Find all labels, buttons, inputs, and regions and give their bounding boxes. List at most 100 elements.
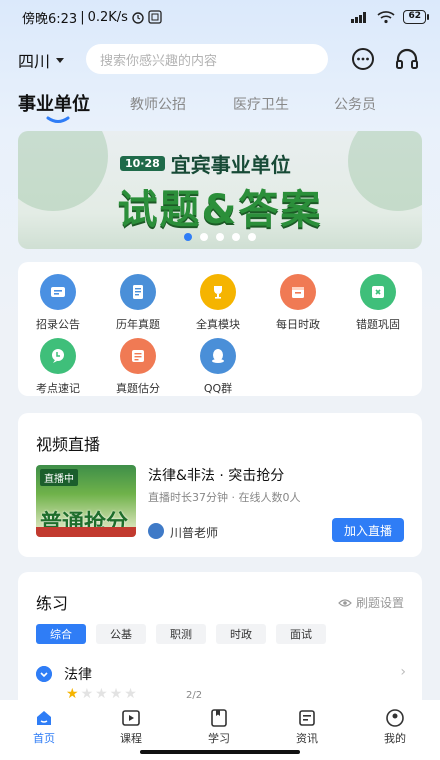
banner-subtitle-row: 10·28 宜宾事业单位 (120, 149, 291, 178)
practice-settings[interactable]: 刷题设置 (338, 594, 404, 611)
live-thumbnail[interactable]: 直播中 普通抢分 (36, 465, 136, 537)
grid-label: 招录公告 (36, 318, 80, 331)
tab-teacher[interactable]: 教师公招 (130, 94, 186, 114)
chip-current-affairs[interactable]: 时政 (216, 624, 266, 644)
pagination-dot[interactable] (184, 233, 192, 241)
notice-icon (40, 274, 76, 310)
chevron-down-icon (56, 57, 65, 63)
nav-course[interactable]: 课程 (101, 708, 161, 746)
pagination-dot[interactable] (232, 233, 240, 241)
grid-item-quick-notes[interactable]: 考点速记 (18, 338, 98, 396)
nav-label: 首页 (33, 732, 55, 745)
user-icon (386, 709, 404, 727)
pagination-dot[interactable] (248, 233, 256, 241)
search-placeholder: 搜索你感兴趣的内容 (100, 53, 218, 69)
home-indicator (140, 750, 300, 754)
calendar-icon (280, 274, 316, 310)
join-live-button[interactable]: 加入直播 (332, 518, 404, 542)
grid-label: 真题估分 (116, 382, 160, 395)
status-right: 62 (351, 10, 429, 24)
nav-news[interactable]: 资讯 (277, 708, 337, 746)
search-input[interactable]: 搜索你感兴趣的内容 (86, 44, 328, 74)
banner-subtitle: 宜宾事业单位 (170, 153, 291, 177)
play-icon (122, 710, 140, 726)
chip-public-basics[interactable]: 公基 (96, 624, 146, 644)
city-label: 四川 (18, 52, 51, 71)
grid-label: 历年真题 (116, 318, 160, 331)
settings-label: 刷题设置 (355, 596, 404, 610)
chip-comprehensive[interactable]: 综合 (36, 624, 86, 644)
tab-shiye[interactable]: 事业单位 (18, 90, 90, 116)
grid-label: 全真模块 (196, 318, 240, 331)
teacher-name: 川普老师 (170, 526, 219, 540)
banner-date-badge: 10·28 (120, 156, 165, 171)
grid-item-qq-group[interactable]: QQ群 (178, 338, 258, 396)
video-live-section: 视频直播 直播中 普通抢分 法律&非法 · 突击抢分 直播时长37分钟 · 在线… (18, 413, 422, 557)
nav-profile[interactable]: 我的 (365, 708, 425, 746)
wifi-icon (377, 11, 396, 24)
grid-label: 每日时政 (276, 318, 320, 331)
score-sheet-icon (120, 338, 156, 374)
grid-item-mock[interactable]: 全真模块 (178, 274, 258, 332)
status-left: 傍晚6:23 | 0.2K/s (22, 8, 162, 27)
grid-label: 错题巩固 (356, 318, 400, 331)
nav-label: 我的 (384, 732, 406, 745)
status-separator: | (80, 9, 85, 25)
pagination-dot[interactable] (216, 233, 224, 241)
live-title[interactable]: 法律&非法 · 突击抢分 (148, 465, 284, 485)
live-meta: 直播时长37分钟 · 在线人数0人 (148, 491, 301, 504)
tab-civil-servant[interactable]: 公务员 (334, 94, 376, 114)
exam-paper-icon (120, 274, 156, 310)
book-icon (211, 709, 227, 727)
banner-pagination (18, 233, 422, 241)
error-book-icon (360, 274, 396, 310)
chip-interview[interactable]: 面试 (276, 624, 326, 644)
promo-banner[interactable]: 10·28 宜宾事业单位 试题&答案 (18, 131, 422, 249)
headset-icon[interactable] (394, 46, 420, 72)
status-time: 傍晚6:23 (22, 11, 78, 27)
chevron-down-circle-icon (36, 666, 52, 682)
thumbnail-footer (36, 527, 136, 537)
grid-item-past-exams[interactable]: 历年真题 (98, 274, 178, 332)
grid-item-notice[interactable]: 招录公告 (18, 274, 98, 332)
chevron-right-icon: › (400, 664, 406, 680)
app-notification-icon (148, 10, 162, 24)
home-icon (37, 711, 51, 725)
status-speed: 0.2K/s (87, 9, 128, 25)
nav-label: 学习 (208, 732, 230, 745)
category-tabs: 事业单位 教师公招 医疗卫生 公务员 (0, 90, 440, 130)
nav-label: 课程 (120, 732, 142, 745)
grid-item-error-review[interactable]: 错题巩固 (338, 274, 418, 332)
section-title: 视频直播 (36, 435, 101, 454)
nav-home[interactable]: 首页 (14, 708, 74, 746)
tab-medical[interactable]: 医疗卫生 (233, 94, 289, 114)
chat-bubble-icon (40, 338, 76, 374)
chip-aptitude[interactable]: 职测 (156, 624, 206, 644)
message-icon[interactable] (350, 46, 376, 72)
nav-label: 资讯 (296, 732, 318, 745)
top-header: 四川 搜索你感兴趣的内容 (0, 42, 440, 76)
signal-icon (351, 12, 367, 23)
grid-item-daily-news[interactable]: 每日时政 (258, 274, 338, 332)
grid-label: QQ群 (203, 382, 233, 395)
nav-study[interactable]: 学习 (189, 708, 249, 746)
grid-item-score-estimate[interactable]: 真题估分 (98, 338, 178, 396)
pagination-dot[interactable] (200, 233, 208, 241)
eye-icon (338, 598, 352, 607)
banner-title: 试题&答案 (117, 187, 323, 233)
section-title: 练习 (36, 594, 69, 613)
practice-filter-chips: 综合 公基 职测 时政 面试 (36, 624, 326, 644)
alarm-icon (132, 12, 144, 24)
status-bar: 傍晚6:23 | 0.2K/s 62 (0, 0, 440, 34)
teacher-avatar (148, 523, 164, 539)
battery-indicator: 62 (403, 10, 429, 24)
grid-label: 考点速记 (36, 382, 80, 395)
feature-grid: 招录公告 历年真题 全真模块 每日时政 错题巩固 考点速记 真题估分 QQ群 (18, 262, 422, 396)
live-badge: 直播中 (40, 469, 78, 486)
city-selector[interactable]: 四川 (18, 48, 65, 72)
tab-active-indicator (46, 116, 70, 123)
news-icon (299, 710, 315, 726)
row-title: 法律 (64, 667, 92, 683)
qq-icon (200, 338, 236, 374)
trophy-icon (200, 274, 236, 310)
